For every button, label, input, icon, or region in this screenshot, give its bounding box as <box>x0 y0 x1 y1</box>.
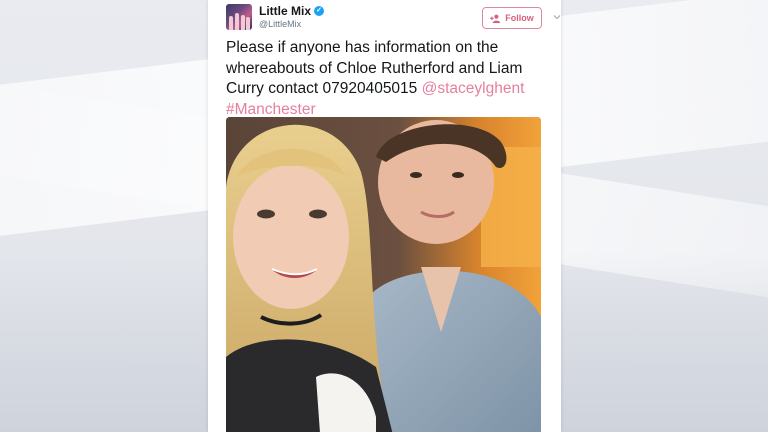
tweet-card: Little Mix ✓ @LittleMix Follow Please if… <box>208 0 561 432</box>
hashtag-link[interactable]: #Manchester <box>226 101 316 118</box>
photo-image <box>226 117 541 432</box>
mention-link[interactable]: @staceylghent <box>422 80 525 97</box>
tweet-header: Little Mix ✓ @LittleMix Follow <box>226 4 561 34</box>
follow-button[interactable]: Follow <box>482 7 542 29</box>
avatar[interactable] <box>226 4 252 30</box>
follow-label: Follow <box>505 13 534 23</box>
add-user-icon <box>490 14 501 23</box>
display-name[interactable]: Little Mix <box>259 4 311 18</box>
account-handle[interactable]: @LittleMix <box>259 19 324 29</box>
tweet-text: Please if anyone has information on the … <box>226 38 551 120</box>
tweet-photo[interactable] <box>226 117 541 432</box>
account-names: Little Mix ✓ @LittleMix <box>259 4 325 29</box>
verified-badge-icon: ✓ <box>314 6 325 16</box>
chevron-down-icon[interactable] <box>552 12 561 22</box>
